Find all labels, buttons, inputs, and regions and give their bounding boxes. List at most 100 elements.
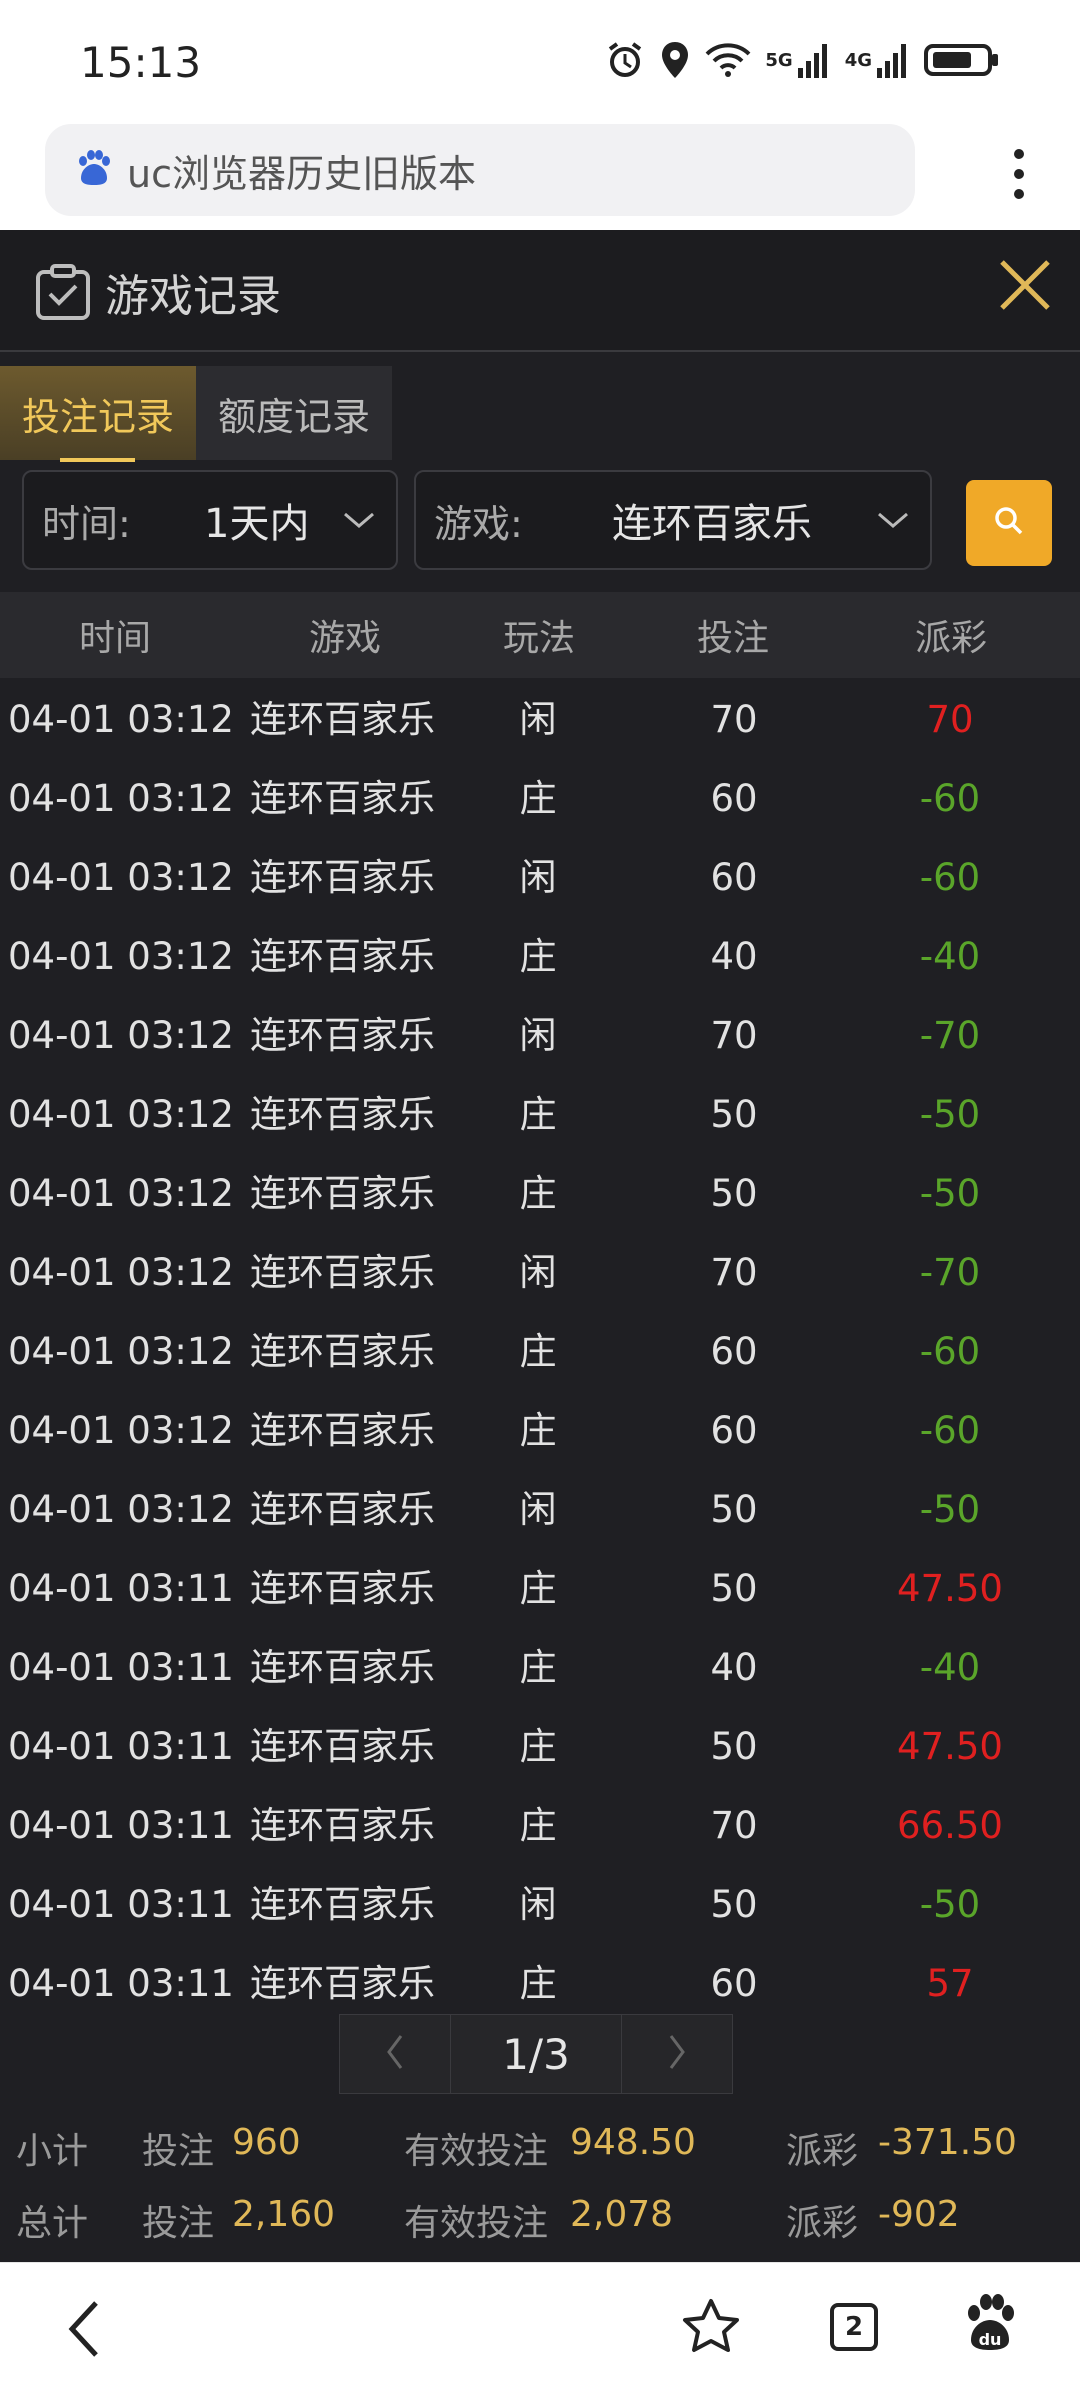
cell-bet: 60 [710, 777, 758, 820]
cell-play: 闲 [519, 1014, 557, 1057]
cell-payout: -70 [919, 1251, 981, 1294]
cell-bet: 50 [710, 1725, 758, 1768]
table-row: 04-01 03:11 连环百家乐 庄 50 47.50 [0, 1707, 1080, 1786]
cell-payout: 47.50 [897, 1567, 1003, 1610]
column-header-time: 时间 [78, 618, 151, 659]
cell-bet: 40 [710, 1646, 758, 1689]
browser-bar: uc浏览器历史旧版本 [0, 120, 1080, 230]
column-header-bet: 投注 [696, 618, 769, 659]
column-header-game: 游戏 [308, 618, 381, 659]
table-row: 04-01 03:12 连环百家乐 庄 60 -60 [0, 1391, 1080, 1470]
cell-payout: -50 [919, 1883, 981, 1926]
tab-count: 2 [830, 2303, 878, 2351]
cell-bet: 70 [710, 1804, 758, 1847]
game-filter-value: 连环百家乐 [612, 501, 812, 547]
subtotal-payout-value: -371.50 [878, 2122, 1017, 2163]
time-filter-select[interactable]: 时间: 1天内 [22, 470, 398, 570]
game-record-panel: 游戏记录 投注记录 额度记录 时间: 1天内 游戏: 连环百家乐 时间 游戏 玩… [0, 230, 1080, 2262]
cell-bet: 60 [710, 1409, 758, 1452]
total-payout-label: 派彩 [786, 2203, 859, 2244]
cell-time: 04-01 03:12 [8, 1330, 234, 1373]
cell-bet: 50 [710, 1883, 758, 1926]
tab-bet-records[interactable]: 投注记录 [0, 366, 196, 462]
total-bet-value: 2,160 [232, 2194, 336, 2235]
search-button[interactable] [966, 480, 1052, 566]
baidu-paw-icon [73, 148, 113, 192]
cell-play: 闲 [519, 1251, 557, 1294]
previous-page-button[interactable] [339, 2014, 451, 2094]
cell-time: 04-01 03:12 [8, 1093, 234, 1136]
address-bar[interactable]: uc浏览器历史旧版本 [45, 124, 915, 216]
cell-bet: 40 [710, 935, 758, 978]
cell-play: 庄 [519, 1804, 557, 1847]
table-row: 04-01 03:11 连环百家乐 闲 50 -50 [0, 1865, 1080, 1944]
table-row: 04-01 03:11 连环百家乐 庄 40 -40 [0, 1628, 1080, 1707]
svg-text:du: du [979, 2330, 1002, 2349]
table-row: 04-01 03:12 连环百家乐 庄 60 -60 [0, 1312, 1080, 1391]
cell-bet: 50 [710, 1172, 758, 1215]
close-icon[interactable] [990, 250, 1060, 320]
table-row: 04-01 03:12 连环百家乐 庄 60 -60 [0, 759, 1080, 838]
cell-bet: 50 [710, 1488, 758, 1531]
battery-icon [924, 42, 1000, 78]
cell-game: 连环百家乐 [250, 1725, 435, 1768]
cell-game: 连环百家乐 [250, 1962, 435, 2005]
cell-play: 庄 [519, 1093, 557, 1136]
more-menu-icon[interactable] [1010, 146, 1028, 206]
cell-game: 连环百家乐 [250, 1804, 435, 1847]
cell-play: 庄 [519, 1646, 557, 1689]
table-row: 04-01 03:12 连环百家乐 闲 70 -70 [0, 996, 1080, 1075]
next-page-button[interactable] [621, 2014, 733, 2094]
cell-bet: 50 [710, 1093, 758, 1136]
cell-game: 连环百家乐 [250, 1330, 435, 1373]
cell-bet: 70 [710, 698, 758, 741]
table-header: 时间 游戏 玩法 投注 派彩 [0, 592, 1080, 678]
search-icon [992, 504, 1026, 542]
cell-payout: -60 [919, 856, 981, 899]
back-icon[interactable] [64, 2299, 104, 2363]
tabs-switcher-button[interactable]: 2 [830, 2303, 878, 2351]
total-row: 总计 投注 2,160 有效投注 2,078 派彩 -902 [0, 2182, 1080, 2252]
subtotal-label: 小计 [16, 2131, 89, 2172]
game-filter-select[interactable]: 游戏: 连环百家乐 [414, 470, 932, 570]
cell-play: 庄 [519, 1330, 557, 1373]
chevron-down-icon [876, 510, 910, 534]
cell-play: 庄 [519, 1567, 557, 1610]
cell-payout: -40 [919, 1646, 981, 1689]
pagination: 1/3 [339, 2014, 733, 2094]
record-tabs: 投注记录 额度记录 [0, 366, 392, 462]
cell-bet: 60 [710, 1962, 758, 2005]
cell-payout: 57 [926, 1962, 974, 2005]
cell-game: 连环百家乐 [250, 1567, 435, 1610]
cell-time: 04-01 03:11 [8, 1646, 234, 1689]
cell-game: 连环百家乐 [250, 1172, 435, 1215]
cell-play: 庄 [519, 1962, 557, 2005]
total-label: 总计 [16, 2203, 89, 2244]
cell-time: 04-01 03:12 [8, 856, 234, 899]
panel-header: 游戏记录 [0, 230, 1080, 352]
cell-play: 庄 [519, 1725, 557, 1768]
column-header-payout: 派彩 [914, 618, 987, 659]
cell-payout: -50 [919, 1172, 981, 1215]
cell-time: 04-01 03:12 [8, 1251, 234, 1294]
tab-credit-records[interactable]: 额度记录 [196, 366, 392, 460]
cell-time: 04-01 03:11 [8, 1962, 234, 2005]
cell-game: 连环百家乐 [250, 777, 435, 820]
cell-play: 闲 [519, 698, 557, 741]
cell-time: 04-01 03:12 [8, 1409, 234, 1452]
status-bar: 15:13 5G 4G [0, 0, 1080, 120]
game-filter-label: 游戏: [434, 501, 523, 546]
cell-time: 04-01 03:11 [8, 1883, 234, 1926]
cell-payout: 66.50 [897, 1804, 1003, 1847]
baidu-paw-icon[interactable]: du [962, 2293, 1018, 2357]
subtotal-valid-label: 有效投注 [404, 2131, 549, 2172]
cell-bet: 60 [710, 1330, 758, 1373]
table-row: 04-01 03:12 连环百家乐 庄 40 -40 [0, 917, 1080, 996]
location-icon [659, 40, 691, 80]
table-row: 04-01 03:12 连环百家乐 庄 50 -50 [0, 1075, 1080, 1154]
cell-play: 闲 [519, 856, 557, 899]
signal-icon [797, 42, 831, 78]
star-bookmark-icon[interactable] [680, 2297, 742, 2361]
chevron-down-icon [342, 510, 376, 534]
address-text: uc浏览器历史旧版本 [127, 151, 476, 196]
